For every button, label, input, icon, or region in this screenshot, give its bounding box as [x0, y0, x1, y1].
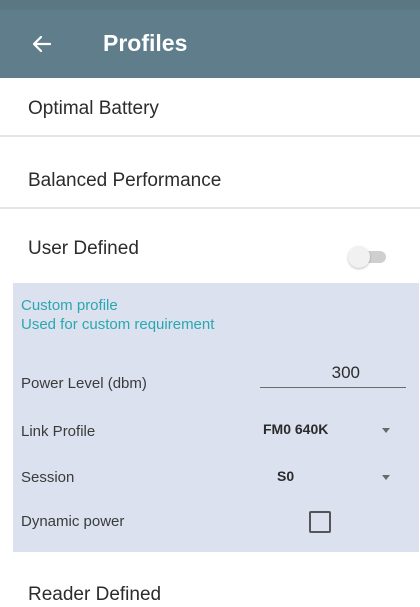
- chevron-down-icon: [382, 428, 390, 433]
- profile-label: Reader Defined: [28, 584, 162, 605]
- link-profile-label: Link Profile: [21, 423, 96, 440]
- profile-balanced-performance[interactable]: Balanced Performance: [0, 137, 420, 207]
- session-label: Session: [21, 469, 75, 486]
- profile-reader-defined[interactable]: Reader Defined: [0, 554, 420, 607]
- session-dropdown[interactable]: S0: [277, 466, 393, 490]
- custom-profile-title: Custom profile: [21, 297, 118, 314]
- power-level-input[interactable]: 300: [260, 361, 406, 388]
- chevron-down-icon: [382, 475, 390, 480]
- profile-label: User Defined: [28, 238, 139, 259]
- dynamic-power-label: Dynamic power: [21, 513, 125, 530]
- profile-label: Optimal Battery: [28, 98, 159, 119]
- user-defined-toggle[interactable]: [348, 246, 388, 268]
- power-level-value: 300: [331, 363, 360, 382]
- profile-label: Balanced Performance: [28, 170, 222, 191]
- session-value: S0: [277, 468, 295, 484]
- profile-optimal-battery[interactable]: Optimal Battery: [0, 78, 420, 135]
- link-profile-value: FM0 640K: [263, 421, 329, 437]
- back-button[interactable]: [30, 32, 54, 56]
- link-profile-dropdown[interactable]: FM0 640K: [263, 419, 393, 443]
- status-bar: [0, 0, 420, 10]
- custom-profile-panel: Custom profile Used for custom requireme…: [13, 283, 419, 552]
- arrow-left-icon: [32, 35, 52, 53]
- app-bar: Profiles: [0, 10, 420, 78]
- custom-profile-subtitle: Used for custom requirement: [21, 316, 215, 333]
- dynamic-power-checkbox[interactable]: [309, 511, 331, 533]
- power-level-label: Power Level (dbm): [21, 375, 147, 392]
- page-title: Profiles: [103, 30, 188, 56]
- toggle-thumb: [348, 246, 370, 268]
